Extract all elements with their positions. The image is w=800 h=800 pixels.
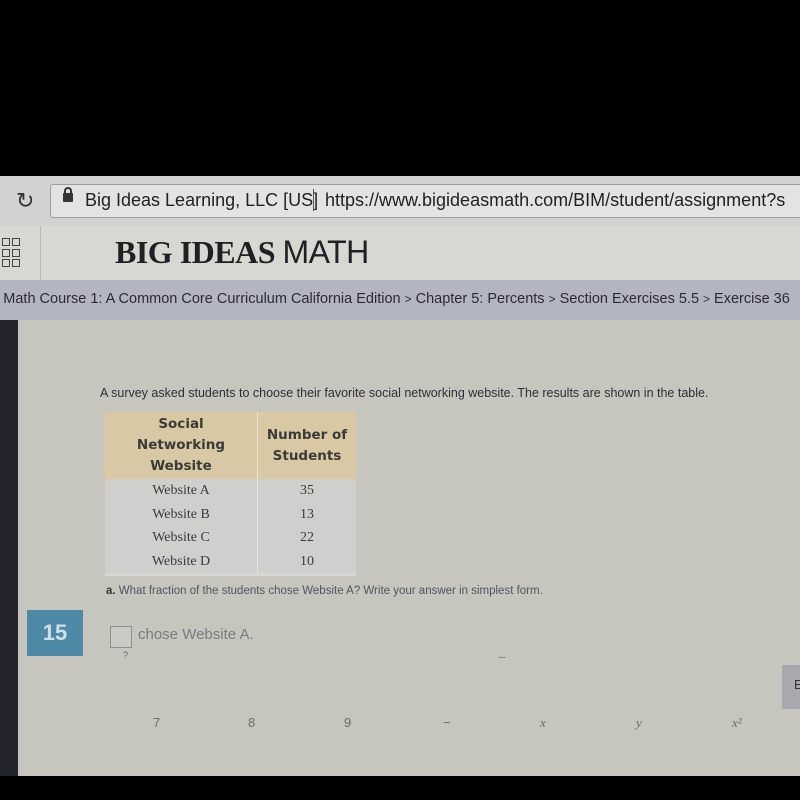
keypad-key-minus[interactable]: − <box>443 715 451 730</box>
table-row: Website C 22 <box>105 526 356 550</box>
problem-prompt: A survey asked students to choose their … <box>100 386 709 400</box>
side-button-label: E <box>794 677 800 692</box>
answer-input[interactable] <box>110 626 132 648</box>
students-cell: 35 <box>257 479 356 503</box>
breadcrumb: s Math Course 1: A Common Core Curriculu… <box>0 280 800 320</box>
keypad-key-x[interactable]: x <box>540 715 546 731</box>
question-number-badge: 15 <box>27 610 83 656</box>
app-header: BIG IDEAS MATH <box>0 226 800 280</box>
website-cell: Website B <box>105 502 258 526</box>
breadcrumb-separator: > <box>404 292 412 306</box>
hint-mark: ? <box>123 650 129 660</box>
url-text[interactable]: https://www.bigideasmath.com/BIM/student… <box>325 190 785 211</box>
breadcrumb-separator: > <box>703 292 711 306</box>
lock-icon <box>63 187 73 202</box>
table-row: Website B 13 <box>105 502 356 526</box>
brand-bold: BIG IDEAS <box>115 234 276 270</box>
website-cell: Website D <box>105 549 258 576</box>
keypad-key-8[interactable]: 8 <box>248 715 255 730</box>
keypad-key-9[interactable]: 9 <box>344 715 351 730</box>
header-divider <box>40 226 41 280</box>
students-cell: 10 <box>257 549 356 576</box>
question-body: What fraction of the students chose Webs… <box>118 585 543 597</box>
brand-light: MATH <box>282 234 370 270</box>
brand-logo[interactable]: BIG IDEAS MATH <box>115 234 369 271</box>
table-row: Website A 35 <box>105 479 356 503</box>
breadcrumb-separator: > <box>548 292 556 306</box>
browser-toolbar: ↻ Big Ideas Learning, LLC [US] https://w… <box>0 176 800 227</box>
exercise-content: A survey asked students to choose their … <box>18 320 800 776</box>
reload-icon[interactable]: ↻ <box>16 188 34 214</box>
more-dots-icon[interactable]: .... <box>498 650 506 661</box>
breadcrumb-exercise: Exercise 36 <box>714 291 790 307</box>
screen: ↻ Big Ideas Learning, LLC [US] https://w… <box>0 176 800 776</box>
address-bar[interactable]: Big Ideas Learning, LLC [US] https://www… <box>50 184 800 218</box>
column-header-website: Social Networking Website <box>105 412 258 479</box>
keypad-key-x-squared[interactable]: x² <box>732 715 742 731</box>
breadcrumb-chapter[interactable]: Chapter 5: Percents <box>416 291 545 307</box>
site-identity: Big Ideas Learning, LLC [US] <box>85 190 319 210</box>
students-cell: 22 <box>257 526 356 550</box>
website-cell: Website A <box>105 479 258 503</box>
left-rail <box>0 320 18 776</box>
breadcrumb-course[interactable]: s Math Course 1: A Common Core Curriculu… <box>0 291 401 307</box>
keypad-key-7[interactable]: 7 <box>153 715 160 730</box>
answer-suffix: chose Website A. <box>138 626 254 643</box>
students-cell: 13 <box>257 502 356 526</box>
keypad-key-y[interactable]: y <box>636 715 642 731</box>
question-label: a. <box>106 585 116 597</box>
survey-table: Social Networking Website Number of Stud… <box>105 412 356 576</box>
grid-menu-icon[interactable] <box>2 238 20 268</box>
address-separator <box>313 189 314 211</box>
website-cell: Website C <box>105 526 258 550</box>
side-button[interactable]: E <box>782 665 800 709</box>
question-text: a. What fraction of the students chose W… <box>106 585 543 597</box>
column-header-students: Number of Students <box>257 412 356 479</box>
breadcrumb-section[interactable]: Section Exercises 5.5 <box>560 291 699 307</box>
table-row: Website D 10 <box>105 549 356 576</box>
